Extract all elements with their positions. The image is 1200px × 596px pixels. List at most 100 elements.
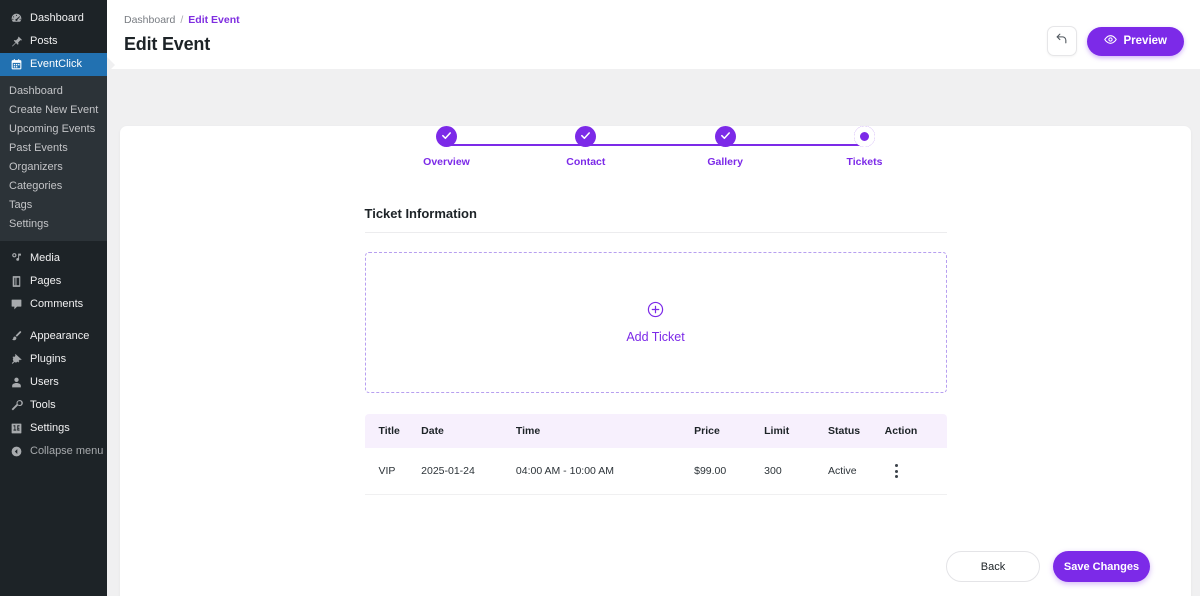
admin-page: Dashboard Posts EventClick Dashboard Cre… xyxy=(0,0,1200,596)
sidebar-item-dashboard[interactable]: Dashboard xyxy=(0,7,107,30)
kebab-menu-icon[interactable] xyxy=(885,464,909,478)
pin-icon xyxy=(9,35,23,49)
wizard-stepper: Overview Contact xyxy=(428,126,884,176)
sidebar-item-plugins[interactable]: Plugins xyxy=(0,348,107,371)
sidebar-item-comments[interactable]: Comments xyxy=(0,293,107,316)
step-contact[interactable]: Contact xyxy=(567,126,605,168)
column-header-status: Status xyxy=(828,414,885,448)
sidebar-subitem-past-events[interactable]: Past Events xyxy=(0,139,107,158)
comments-icon xyxy=(9,298,23,312)
cell-date: 2025-01-24 xyxy=(421,448,516,495)
column-header-limit: Limit xyxy=(764,414,828,448)
media-icon xyxy=(9,252,23,266)
column-header-title: Title xyxy=(365,414,422,448)
sidebar-submenu-eventclick: Dashboard Create New Event Upcoming Even… xyxy=(0,76,107,241)
step-tickets[interactable]: Tickets xyxy=(845,126,883,168)
sidebar-item-collapse-menu[interactable]: Collapse menu xyxy=(0,440,107,463)
cell-status: Active xyxy=(828,448,885,495)
plus-circle-icon xyxy=(647,301,664,323)
wrench-icon xyxy=(9,399,23,413)
cell-price: $99.00 xyxy=(694,448,764,495)
cell-limit: 300 xyxy=(764,448,828,495)
page-title: Edit Event xyxy=(124,34,240,55)
add-ticket-label: Add Ticket xyxy=(626,330,684,344)
sidebar-subitem-categories[interactable]: Categories xyxy=(0,177,107,196)
breadcrumb-separator: / xyxy=(180,14,183,26)
sidebar-item-label: Collapse menu xyxy=(30,446,103,457)
sidebar-subitem-upcoming-events[interactable]: Upcoming Events xyxy=(0,120,107,139)
ring-icon xyxy=(854,126,875,147)
tickets-table-header: Title Date Time Price Limit Status Actio… xyxy=(365,414,947,448)
page-header: Dashboard / Edit Event Edit Event Previe… xyxy=(107,0,1200,69)
cell-action xyxy=(885,448,947,495)
column-header-time: Time xyxy=(516,414,694,448)
cell-time: 04:00 AM - 10:00 AM xyxy=(516,448,694,495)
sidebar-item-settings[interactable]: Settings xyxy=(0,417,107,440)
preview-button[interactable]: Preview xyxy=(1087,27,1184,56)
dashboard-icon xyxy=(9,12,23,26)
eye-icon xyxy=(1104,33,1117,49)
sidebar-item-label: Dashboard xyxy=(30,13,84,24)
edit-event-card: Overview Contact xyxy=(120,126,1191,596)
sidebar-item-media[interactable]: Media xyxy=(0,247,107,270)
sidebar-item-label: Comments xyxy=(30,299,83,310)
save-changes-button[interactable]: Save Changes xyxy=(1053,551,1150,582)
pages-icon xyxy=(9,275,23,289)
sidebar-item-label: Posts xyxy=(30,36,58,47)
sidebar-item-posts[interactable]: Posts xyxy=(0,30,107,53)
breadcrumb-current[interactable]: Edit Event xyxy=(188,14,239,26)
card-footer-actions: Back Save Changes xyxy=(946,551,1150,582)
sidebar-subitem-organizers[interactable]: Organizers xyxy=(0,158,107,177)
column-header-date: Date xyxy=(421,414,516,448)
plug-icon xyxy=(9,353,23,367)
sidebar-item-label: Media xyxy=(30,253,60,264)
header-left: Dashboard / Edit Event Edit Event xyxy=(124,14,240,55)
table-header-row: Title Date Time Price Limit Status Actio… xyxy=(365,414,947,448)
sidebar-item-pages[interactable]: Pages xyxy=(0,270,107,293)
step-label: Contact xyxy=(566,156,605,168)
admin-sidebar: Dashboard Posts EventClick Dashboard Cre… xyxy=(0,0,107,596)
table-row: VIP 2025-01-24 04:00 AM - 10:00 AM $99.0… xyxy=(365,448,947,495)
sidebar-subitem-create-new-event[interactable]: Create New Event xyxy=(0,101,107,120)
step-gallery[interactable]: Gallery xyxy=(706,126,744,168)
check-icon xyxy=(580,128,591,146)
ticket-information-section: Ticket Information Add Ticket Title Date xyxy=(365,206,947,495)
sidebar-subitem-tags[interactable]: Tags xyxy=(0,196,107,215)
cell-title: VIP xyxy=(365,448,422,495)
undo-button[interactable] xyxy=(1047,26,1077,56)
column-header-price: Price xyxy=(694,414,764,448)
tickets-table: Title Date Time Price Limit Status Actio… xyxy=(365,414,947,495)
sidebar-subitem-dashboard[interactable]: Dashboard xyxy=(0,82,107,101)
breadcrumb: Dashboard / Edit Event xyxy=(124,14,240,26)
step-overview[interactable]: Overview xyxy=(428,126,466,168)
content-wrapper: Overview Contact xyxy=(107,69,1200,596)
sidebar-item-label: Appearance xyxy=(30,331,89,342)
sidebar-item-appearance[interactable]: Appearance xyxy=(0,325,107,348)
sidebar-item-tools[interactable]: Tools xyxy=(0,394,107,417)
step-label: Tickets xyxy=(846,156,882,168)
sidebar-item-label: Plugins xyxy=(30,354,66,365)
settings-icon xyxy=(9,422,23,436)
brush-icon xyxy=(9,330,23,344)
step-dot-complete xyxy=(715,126,736,147)
breadcrumb-dashboard[interactable]: Dashboard xyxy=(124,14,175,26)
back-button[interactable]: Back xyxy=(946,551,1040,582)
section-title: Ticket Information xyxy=(365,206,947,233)
undo-arrow-icon xyxy=(1055,32,1068,50)
add-ticket-dropzone[interactable]: Add Ticket xyxy=(365,252,947,393)
check-icon xyxy=(441,128,452,146)
column-header-action: Action xyxy=(885,414,947,448)
tickets-table-body: VIP 2025-01-24 04:00 AM - 10:00 AM $99.0… xyxy=(365,448,947,495)
preview-button-label: Preview xyxy=(1124,35,1167,47)
sidebar-divider xyxy=(0,316,107,325)
main-area: Dashboard / Edit Event Edit Event Previe… xyxy=(107,0,1200,596)
sidebar-item-label: Pages xyxy=(30,276,61,287)
sidebar-item-label: Tools xyxy=(30,400,56,411)
sidebar-item-users[interactable]: Users xyxy=(0,371,107,394)
calendar-icon xyxy=(9,58,23,72)
sidebar-subitem-settings[interactable]: Settings xyxy=(0,215,107,234)
header-actions: Preview xyxy=(1047,26,1184,56)
step-dot-complete xyxy=(436,126,457,147)
sidebar-item-label: EventClick xyxy=(30,59,82,70)
sidebar-item-eventclick[interactable]: EventClick xyxy=(0,53,107,76)
